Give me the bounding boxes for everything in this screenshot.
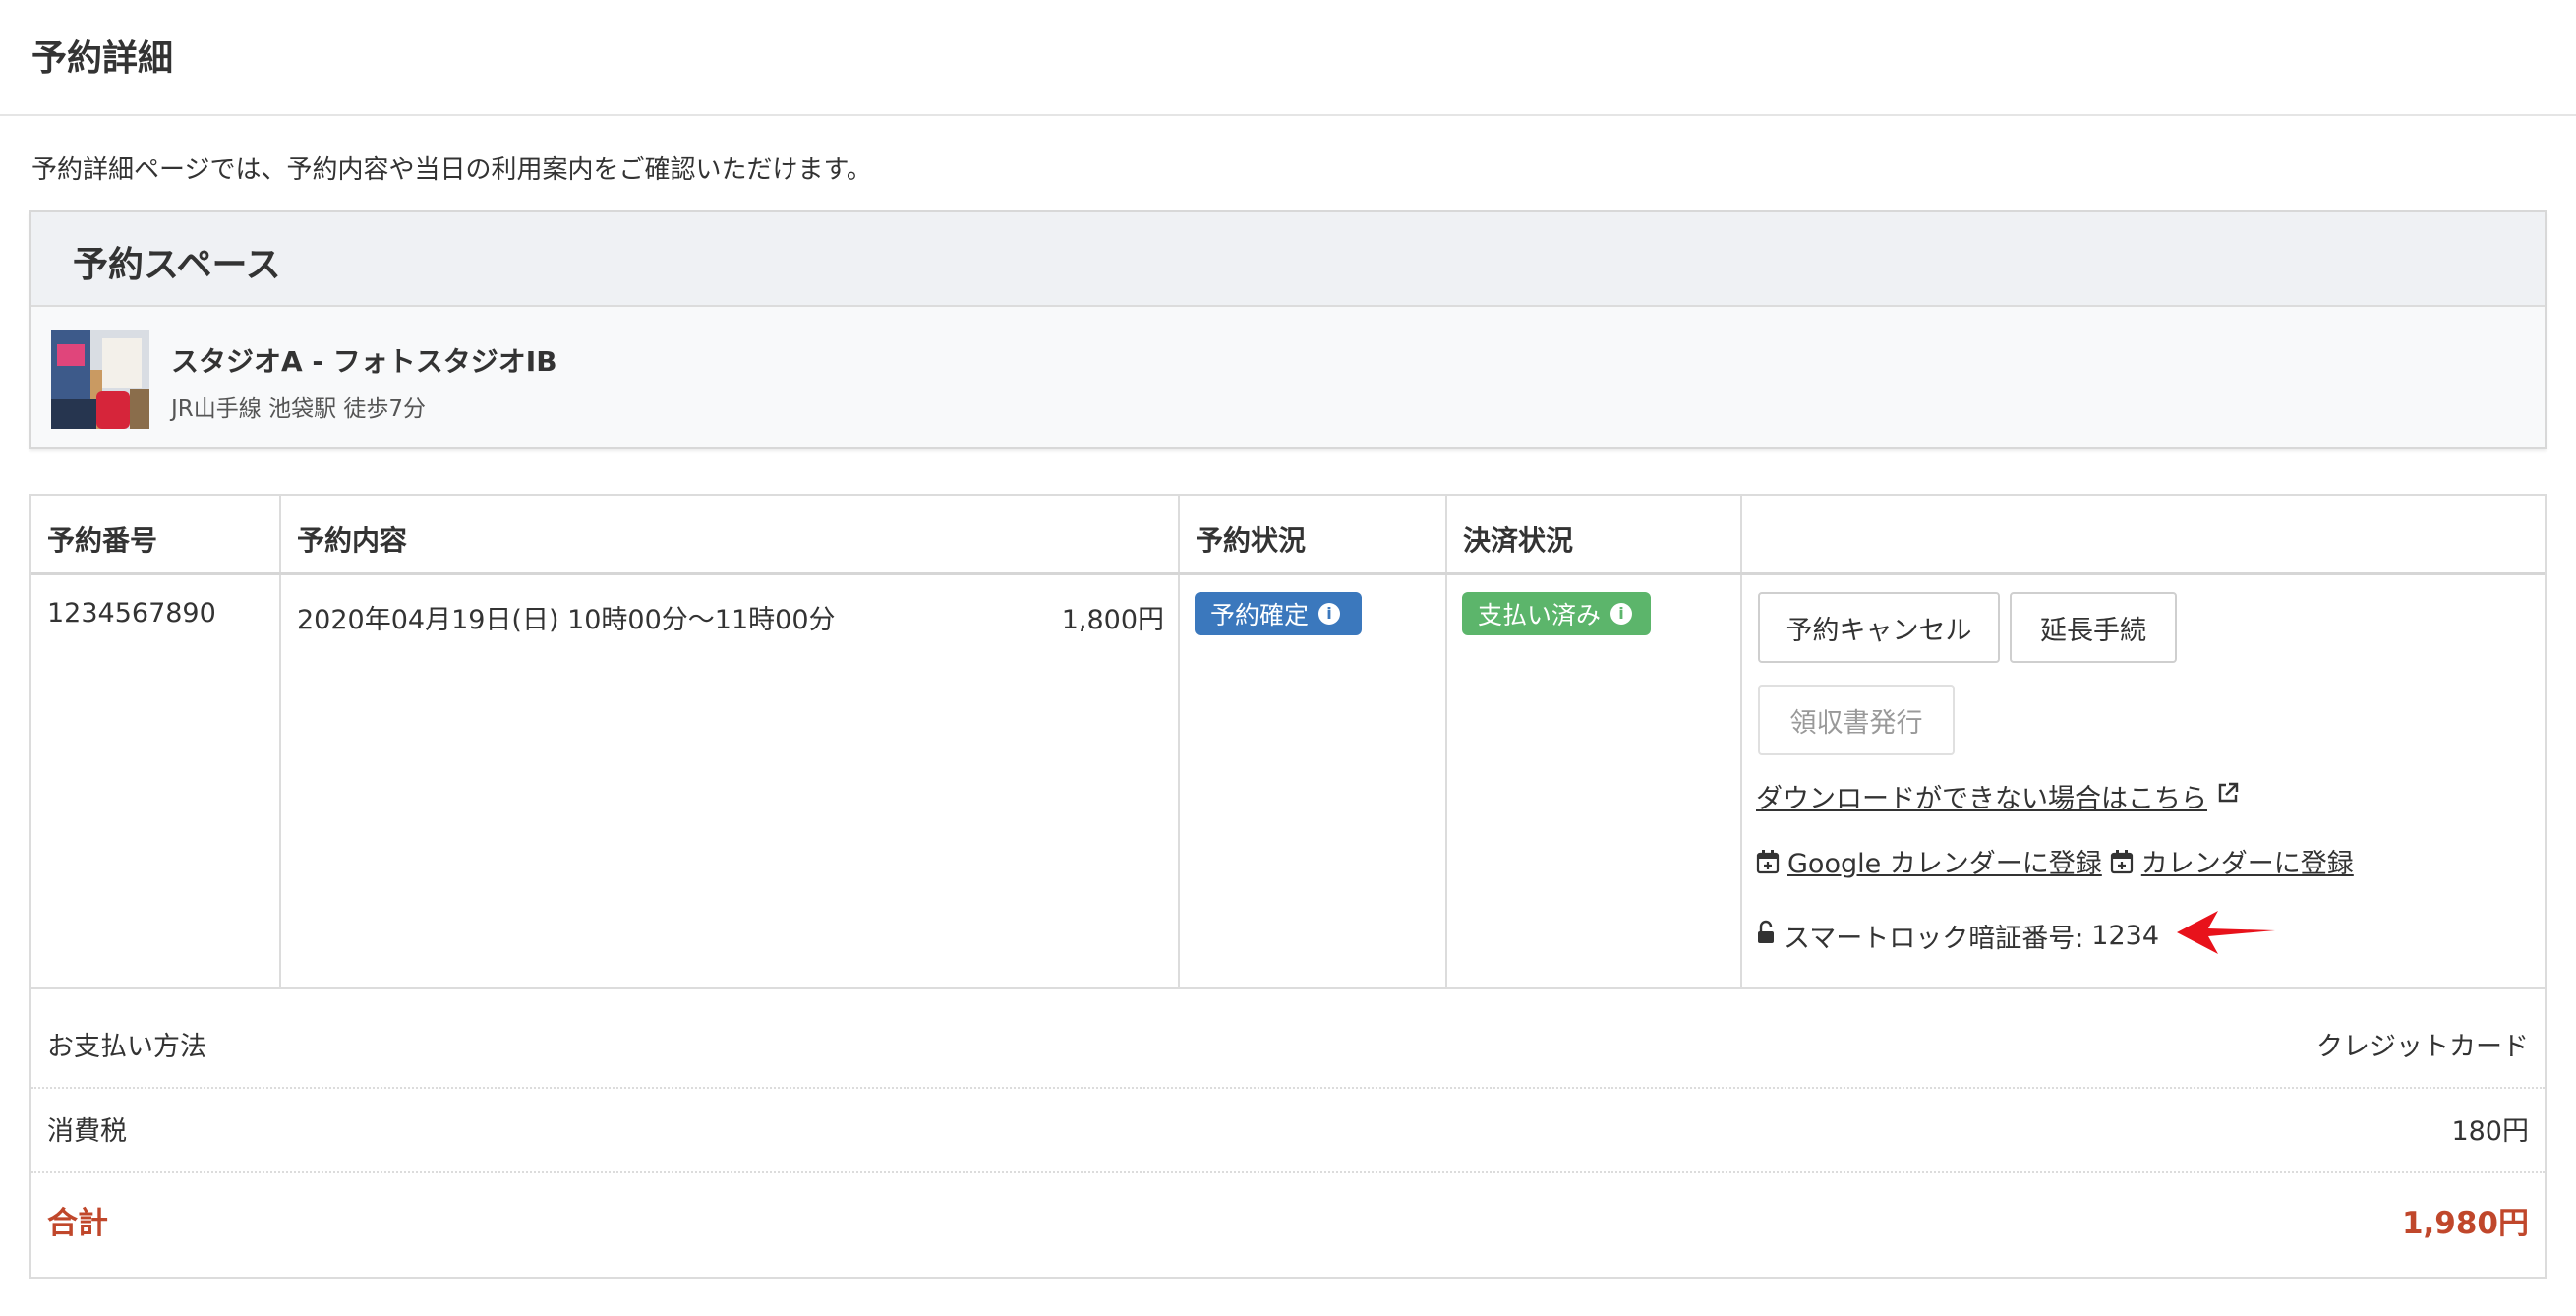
issue-receipt-button[interactable]: 領収書発行: [1758, 685, 1955, 755]
reservation-price: 1,800円: [1061, 605, 1164, 635]
reservation-datetime: 2020年04月19日(日) 10時00分〜11時00分: [297, 605, 836, 635]
info-circle-icon[interactable]: i: [1318, 603, 1341, 625]
space-access: JR山手線 池袋駅 徒歩7分: [171, 396, 427, 422]
payment-badge-label: 支払い済み: [1478, 601, 1602, 629]
unlock-icon: [1756, 920, 1776, 952]
status-badge[interactable]: 予約確定 i: [1195, 592, 1362, 635]
header-reservation-content: 予約内容: [297, 524, 408, 557]
total-label: 合計: [47, 1206, 108, 1241]
extend-reservation-button[interactable]: 延長手続: [2010, 592, 2177, 663]
smart-lock-row: スマートロック暗証番号: 1234: [1756, 907, 2277, 965]
column-divider: [1445, 496, 1447, 987]
space-name[interactable]: スタジオA - フォトスタジオIB: [171, 340, 557, 380]
reserved-space-title: 予約スペース: [73, 245, 281, 285]
page-title: 予約詳細: [31, 38, 174, 79]
page-description: 予約詳細ページでは、予約内容や当日の利用案内をご確認いただけます。: [31, 155, 872, 185]
calendar-plus-icon: [2110, 849, 2134, 874]
google-calendar-link[interactable]: Google カレンダーに登録: [1787, 842, 2102, 880]
external-link-icon: [2215, 780, 2241, 812]
reserved-space-header: 予約スペース: [31, 212, 2545, 307]
row-divider: [31, 987, 2545, 989]
summary-divider: [31, 1087, 2545, 1089]
payment-method-label: お支払い方法: [47, 1032, 206, 1062]
header-reservation-number: 予約番号: [47, 524, 158, 557]
header-divider: [31, 572, 2545, 575]
column-divider: [1178, 496, 1180, 987]
reservation-table: 予約番号 予約内容 予約状況 決済状況 1234567890 2020年04月1…: [29, 494, 2547, 1279]
calendar-plus-icon: [1756, 849, 1780, 874]
tax-value: 180円: [2451, 1116, 2529, 1147]
header-reservation-status: 予約状況: [1196, 524, 1307, 557]
summary-divider: [31, 1171, 2545, 1173]
smart-lock-label: スマートロック暗証番号:: [1784, 924, 2084, 954]
info-circle-icon[interactable]: i: [1610, 603, 1633, 625]
tax-label: 消費税: [47, 1116, 127, 1147]
calendar-link[interactable]: カレンダーに登録: [2141, 842, 2354, 880]
space-thumbnail[interactable]: [51, 330, 149, 429]
download-help-row: ダウンロードができない場合はこちら: [1756, 777, 2241, 815]
column-divider: [279, 496, 281, 987]
red-arrow-icon: [2175, 907, 2277, 965]
page-root: 予約詳細 予約詳細ページでは、予約内容や当日の利用案内をご確認いただけます。 予…: [0, 0, 2576, 1316]
download-help-link[interactable]: ダウンロードができない場合はこちら: [1756, 777, 2207, 815]
cancel-reservation-button[interactable]: 予約キャンセル: [1758, 592, 2000, 663]
status-badge-label: 予約確定: [1210, 601, 1310, 629]
column-divider: [1740, 496, 1742, 987]
payment-badge[interactable]: 支払い済み i: [1462, 592, 1651, 635]
reservation-number: 1234567890: [47, 598, 216, 628]
payment-method-value: クレジットカード: [2316, 1032, 2529, 1062]
reserved-space-panel: 予約スペース スタジオA - フォトスタジオIB JR山手線 池袋駅 徒歩7分: [29, 210, 2547, 449]
header-payment-status: 決済状況: [1463, 524, 1574, 557]
total-value: 1,980円: [2401, 1206, 2529, 1241]
smart-lock-code: 1234: [2091, 921, 2160, 951]
page-header: 予約詳細: [0, 0, 2576, 116]
calendar-links-row: Google カレンダーに登録 カレンダーに登録: [1756, 842, 2354, 880]
